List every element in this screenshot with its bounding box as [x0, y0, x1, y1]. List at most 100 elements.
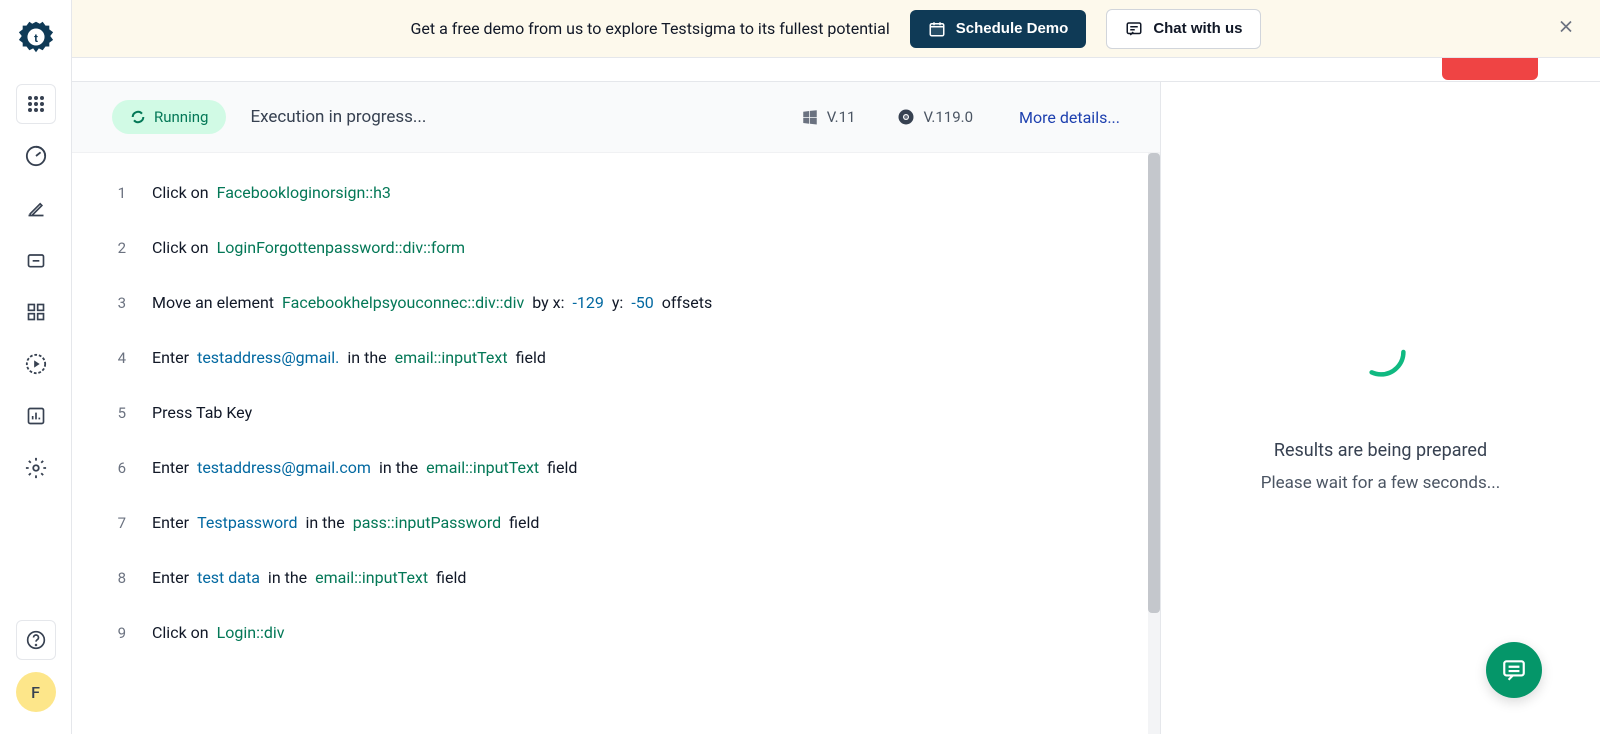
avatar-letter: F — [31, 683, 40, 702]
step-text: Click on Login::div — [152, 623, 284, 642]
os-info: V.11 — [801, 108, 856, 126]
step-token: Login::div — [217, 623, 285, 642]
step-row[interactable]: 8 Enter test data in the email::inputText fie… — [72, 550, 1160, 605]
close-icon[interactable] — [1556, 16, 1576, 41]
message-icon — [1501, 657, 1527, 683]
step-token: testaddress@gmail.com — [197, 458, 371, 477]
chat-icon — [1125, 20, 1143, 38]
refresh-icon — [130, 109, 146, 125]
step-row[interactable]: 6 Enter testaddress@gmail.com in the email::… — [72, 440, 1160, 495]
step-token: Click on — [152, 238, 209, 257]
step-token: testaddress@gmail. — [197, 348, 339, 367]
browser-version: V.119.0 — [923, 108, 973, 126]
step-token: in the — [268, 568, 307, 587]
steps-list: 1Click onFacebookloginorsign::h32Click o… — [72, 153, 1160, 734]
toolbar-peek — [72, 58, 1600, 82]
step-text: Click on LoginForgottenpassword::div::for… — [152, 238, 465, 257]
chat-label: Chat with us — [1153, 20, 1242, 37]
chat-button[interactable]: Chat with us — [1106, 9, 1261, 49]
red-button-peek — [1442, 58, 1538, 80]
chat-fab[interactable] — [1486, 642, 1542, 698]
svg-text:t: t — [34, 31, 38, 45]
os-version: V.11 — [827, 108, 856, 126]
step-token: -50 — [631, 293, 653, 312]
step-token: Testpassword — [197, 513, 297, 532]
step-number: 7 — [112, 514, 126, 532]
step-token: y: — [612, 293, 623, 312]
edit-icon[interactable] — [16, 188, 56, 228]
step-row[interactable]: 1 Click onFacebookloginorsign::h3 — [72, 165, 1160, 220]
sidebar: t F — [0, 0, 72, 734]
step-number: 2 — [112, 239, 126, 257]
step-number: 1 — [112, 184, 126, 202]
demo-banner: Get a free demo from us to explore Tests… — [72, 0, 1600, 58]
step-token: field — [516, 348, 546, 367]
schedule-demo-button[interactable]: Schedule Demo — [910, 10, 1087, 48]
chrome-icon — [897, 108, 915, 126]
step-token: Enter — [152, 458, 189, 477]
execution-message: Execution in progress... — [250, 107, 426, 127]
apps-icon[interactable] — [16, 84, 56, 124]
step-token: field — [547, 458, 577, 477]
help-icon[interactable] — [16, 620, 56, 660]
play-dashed-icon[interactable] — [16, 344, 56, 384]
steps-panel: Running Execution in progress... V.11 V.… — [72, 82, 1160, 734]
app-logo: t — [17, 18, 55, 56]
spinner-icon — [1353, 324, 1409, 380]
avatar[interactable]: F — [16, 672, 56, 712]
step-token: email::inputText — [395, 348, 508, 367]
step-token: offsets — [662, 293, 712, 312]
step-token: Facebookhelpsyouconnec::div::div — [282, 293, 524, 312]
main-content: Get a free demo from us to explore Tests… — [72, 0, 1600, 734]
step-token: LoginForgottenpassword::div::form — [217, 238, 465, 257]
step-token: in the — [305, 513, 344, 532]
step-token: test data — [197, 568, 260, 587]
step-text: Move an elementFacebookhelpsyouconnec::d… — [152, 293, 712, 312]
step-token: -129 — [572, 293, 603, 312]
step-row[interactable]: 3Move an elementFacebookhelpsyouconnec::… — [72, 275, 1160, 330]
step-number: 9 — [112, 624, 126, 642]
step-token: pass::inputPassword — [353, 513, 501, 532]
more-details-link[interactable]: More details... — [1019, 108, 1120, 127]
step-text: Enter test data in the email::inputText fiel… — [152, 568, 466, 587]
banner-text: Get a free demo from us to explore Tests… — [411, 19, 890, 38]
step-text: Enter testaddress@gmail.com in the email::i… — [152, 458, 577, 477]
folder-icon[interactable] — [16, 240, 56, 280]
results-line1: Results are being prepared — [1274, 440, 1487, 461]
step-text: Press Tab Key — [152, 403, 252, 422]
scrollbar-thumb[interactable] — [1148, 153, 1160, 613]
step-token: by x: — [532, 293, 564, 312]
step-token: Click on — [152, 623, 209, 642]
step-row[interactable]: 5 Press Tab Key — [72, 385, 1160, 440]
step-row[interactable]: 7 Enter Testpassword in the pass::inputPassw… — [72, 495, 1160, 550]
step-token: field — [436, 568, 466, 587]
step-token: Press Tab Key — [152, 403, 252, 422]
step-number: 5 — [112, 404, 126, 422]
step-row[interactable]: 4Entertestaddress@gmail.in theemail::inp… — [72, 330, 1160, 385]
step-token: in the — [379, 458, 418, 477]
status-text: Running — [154, 108, 208, 126]
step-text: Click onFacebookloginorsign::h3 — [152, 183, 391, 202]
step-token: Enter — [152, 348, 189, 367]
step-token: Enter — [152, 513, 189, 532]
step-row[interactable]: 2 Click on LoginForgottenpassword::div::fo… — [72, 220, 1160, 275]
step-token: email::inputText — [315, 568, 428, 587]
step-text: Enter Testpassword in the pass::inputPasswo… — [152, 513, 539, 532]
dashboard-icon[interactable] — [16, 136, 56, 176]
step-token: Click on — [152, 183, 209, 202]
step-token: field — [509, 513, 539, 532]
step-number: 6 — [112, 459, 126, 477]
gear-icon[interactable] — [16, 448, 56, 488]
calendar-icon — [928, 20, 946, 38]
results-panel: Results are being prepared Please wait f… — [1160, 82, 1600, 734]
step-token: email::inputText — [426, 458, 539, 477]
results-line2: Please wait for a few seconds... — [1261, 473, 1500, 493]
execution-header: Running Execution in progress... V.11 V.… — [72, 82, 1160, 153]
chart-icon[interactable] — [16, 396, 56, 436]
step-number: 8 — [112, 569, 126, 587]
step-text: Entertestaddress@gmail.in theemail::inpu… — [152, 348, 546, 367]
step-token: Enter — [152, 568, 189, 587]
grid-icon[interactable] — [16, 292, 56, 332]
status-badge: Running — [112, 100, 226, 134]
step-row[interactable]: 9 Click on Login::div — [72, 605, 1160, 660]
